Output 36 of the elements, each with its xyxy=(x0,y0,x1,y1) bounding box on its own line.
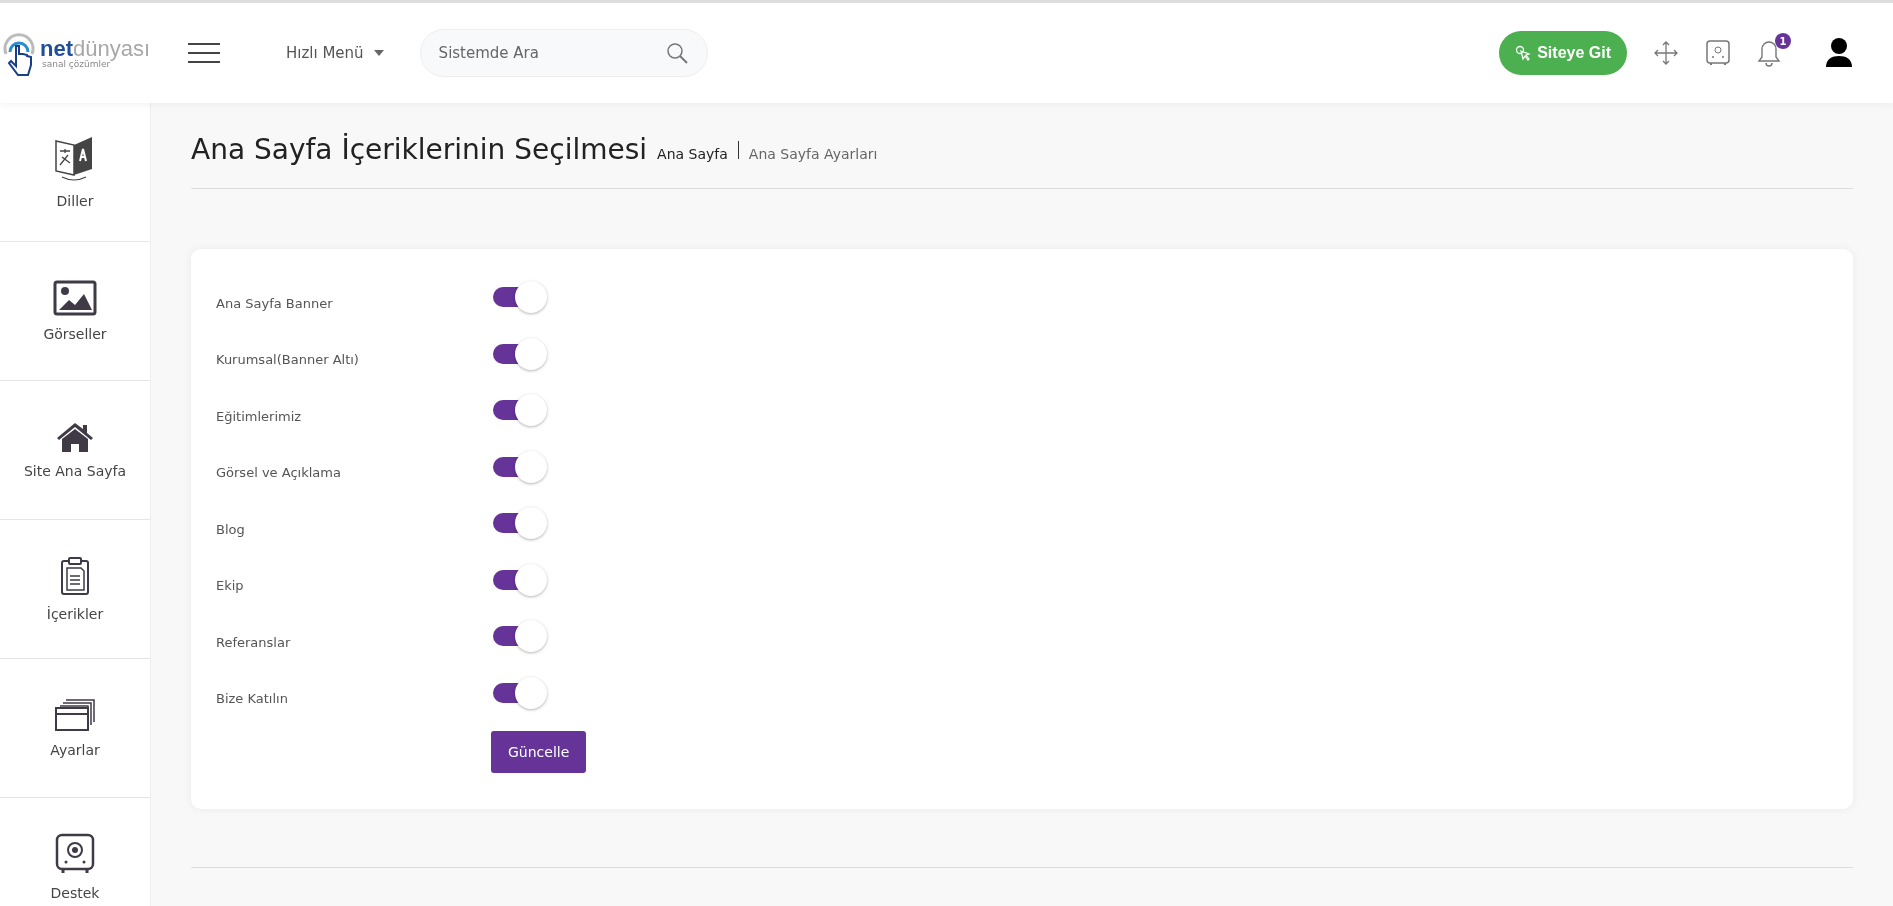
search-icon xyxy=(665,42,688,64)
setting-label: Eğitimlerimiz xyxy=(216,407,303,424)
setting-label: Görsel ve Açıklama xyxy=(216,464,342,481)
image-icon xyxy=(53,280,97,316)
bell-icon[interactable] xyxy=(1757,39,1781,67)
sidebar-item[interactable]: Site Ana Sayfa xyxy=(0,381,150,520)
quick-menu-dropdown[interactable]: Hızlı Menü xyxy=(280,43,390,63)
sidebar-item[interactable]: Ayarlar xyxy=(0,659,150,798)
update-button[interactable]: Güncelle xyxy=(491,731,587,773)
clipboard-icon xyxy=(60,556,90,596)
page-title: Ana Sayfa İçeriklerinin Seçilmesi xyxy=(191,133,648,166)
breadcrumb-link[interactable]: Ana Sayfa xyxy=(657,146,728,162)
fullscreen-arrows-icon[interactable] xyxy=(1653,40,1679,66)
user-avatar-icon[interactable] xyxy=(1825,37,1853,69)
cursor-icon xyxy=(1515,45,1532,61)
caret-icon xyxy=(373,50,384,56)
notification-count: 1 xyxy=(1775,33,1791,49)
safe-icon[interactable] xyxy=(1705,39,1731,67)
sidebar-item[interactable]: Görseller xyxy=(0,242,150,381)
setting-label: Blog xyxy=(216,520,246,537)
setting-label: Bize Katılın xyxy=(216,690,289,707)
logo-tagline: sanal çözümler xyxy=(42,59,111,69)
setting-label: Ana Sayfa Banner xyxy=(216,294,334,311)
breadcrumb-link[interactable]: Ana Sayfa Ayarları xyxy=(748,146,878,162)
sidebar-item[interactable]: İçerikler xyxy=(0,520,150,659)
menu-icon[interactable] xyxy=(188,43,220,63)
logo-wordmark: netdünyası xyxy=(40,37,151,60)
sidebar-item[interactable]: Diller xyxy=(0,103,150,242)
setting-label: Kurumsal(Banner Altı) xyxy=(216,351,360,368)
safe-icon xyxy=(55,833,95,875)
setting-label: Referanslar xyxy=(216,633,292,650)
setting-label: Ekip xyxy=(216,577,245,594)
search-field[interactable]: Sistemde Ara xyxy=(419,29,708,77)
home-icon xyxy=(56,421,94,453)
stacked-windows-icon xyxy=(54,698,96,732)
sidebar-item[interactable]: Destek xyxy=(0,798,150,906)
